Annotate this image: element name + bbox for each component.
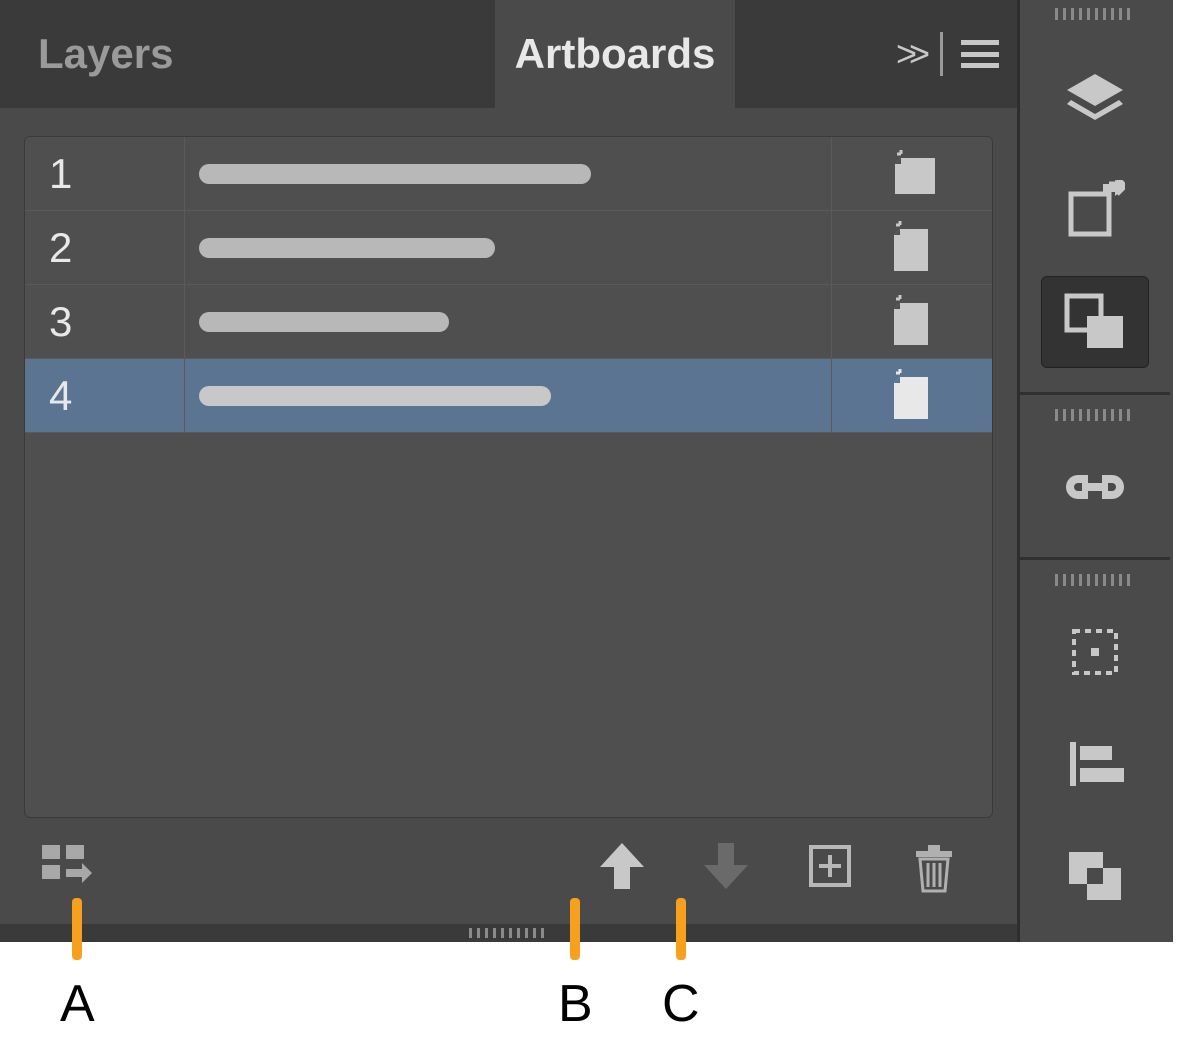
artboard-row[interactable]: 4 xyxy=(25,359,992,433)
pathfinder-icon xyxy=(1065,848,1125,904)
artboards-icon xyxy=(1063,292,1127,352)
dock-grip-icon[interactable] xyxy=(1055,574,1135,586)
artboard-list: 1 2 xyxy=(24,136,993,818)
artboard-name-placeholder xyxy=(199,164,591,184)
artboard-orientation-cell[interactable] xyxy=(832,285,992,358)
artboard-number: 1 xyxy=(25,137,185,210)
annotation-callouts: A B C xyxy=(0,898,1020,1038)
artboard-row[interactable]: 2 xyxy=(25,211,992,285)
delete-artboard-button[interactable] xyxy=(909,843,959,893)
dock-grip-icon[interactable] xyxy=(1055,409,1135,421)
orientation-icon xyxy=(888,369,936,423)
artboard-name-cell[interactable] xyxy=(185,359,832,432)
panel-menu-icon[interactable] xyxy=(961,40,999,68)
asset-export-icon xyxy=(1065,180,1125,240)
artboard-name-placeholder xyxy=(199,386,551,406)
callout-label-a: A xyxy=(60,974,95,1034)
rearrange-icon xyxy=(38,841,92,895)
divider xyxy=(940,32,943,76)
callout-label-c: C xyxy=(662,974,700,1034)
artboard-orientation-cell[interactable] xyxy=(832,211,992,284)
artboard-number: 2 xyxy=(25,211,185,284)
artboard-name-cell[interactable] xyxy=(185,137,832,210)
rearrange-all-button[interactable] xyxy=(40,843,90,893)
artboard-row[interactable]: 1 xyxy=(25,137,992,211)
arrow-up-icon xyxy=(600,843,644,894)
callout-label-b: B xyxy=(558,974,593,1034)
artboard-name-cell[interactable] xyxy=(185,211,832,284)
dock-grip-icon[interactable] xyxy=(1055,8,1135,20)
artboard-orientation-cell[interactable] xyxy=(832,137,992,210)
move-down-button[interactable] xyxy=(701,843,751,893)
align-icon xyxy=(1066,738,1124,790)
tab-artboards[interactable]: Artboards xyxy=(495,0,735,108)
callout-line xyxy=(676,898,686,960)
artboard-number: 4 xyxy=(25,359,185,432)
links-icon xyxy=(1058,467,1132,507)
artboard-name-placeholder xyxy=(199,312,449,332)
dock-pathfinder-button[interactable] xyxy=(1041,830,1149,922)
dock-artboards-button[interactable] xyxy=(1041,276,1149,368)
artboard-orientation-cell[interactable] xyxy=(832,359,992,432)
panel-tab-bar: Layers Artboards >> xyxy=(0,0,1017,108)
callout-line xyxy=(570,898,580,960)
artboard-name-cell[interactable] xyxy=(185,285,832,358)
dock-links-button[interactable] xyxy=(1041,441,1149,533)
tab-layers[interactable]: Layers xyxy=(0,0,205,108)
new-artboard-button[interactable] xyxy=(805,843,855,893)
dock-transform-button[interactable] xyxy=(1041,606,1149,698)
layers-icon xyxy=(1063,70,1127,126)
dock-align-button[interactable] xyxy=(1041,718,1149,810)
dock-layers-button[interactable] xyxy=(1041,52,1149,144)
arrow-down-icon xyxy=(704,843,748,894)
trash-icon xyxy=(912,843,956,893)
orientation-icon xyxy=(885,150,939,198)
callout-line xyxy=(72,898,82,960)
collapse-panel-icon[interactable]: >> xyxy=(896,33,922,75)
artboard-row[interactable]: 3 xyxy=(25,285,992,359)
artboards-panel-body: 1 2 xyxy=(0,108,1017,924)
transform-icon xyxy=(1066,623,1124,681)
new-icon xyxy=(809,845,851,892)
dock-asset-export-button[interactable] xyxy=(1041,164,1149,256)
orientation-icon xyxy=(888,221,936,275)
dock-panel xyxy=(1020,0,1170,942)
artboard-number: 3 xyxy=(25,285,185,358)
artboard-name-placeholder xyxy=(199,238,495,258)
move-up-button[interactable] xyxy=(597,843,647,893)
orientation-icon xyxy=(888,295,936,349)
